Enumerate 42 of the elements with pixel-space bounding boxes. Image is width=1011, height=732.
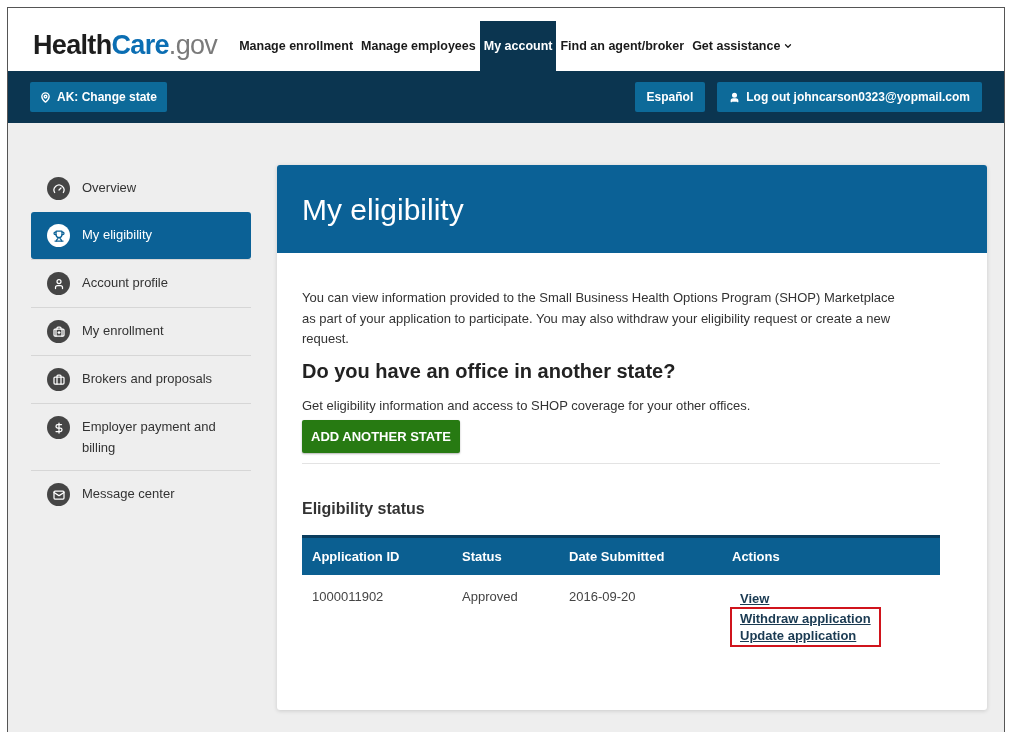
column-header: Actions (732, 547, 781, 566)
dollar-icon (47, 416, 70, 439)
intro-text: You can view information provided to the Small Business Health Options Program (SHOP) Marketplace as part of your application to participate. You may also withdraw your eligibility request or create a new request. (302, 289, 896, 348)
caret-icon (783, 41, 794, 51)
sidebar-item[interactable]: Message center (31, 470, 251, 518)
nav-link[interactable]: Get assistance (688, 21, 798, 71)
user-icon (47, 272, 70, 295)
language-button[interactable]: Español (634, 82, 706, 112)
page-title: My eligibility (302, 191, 464, 228)
trophy-icon (47, 224, 70, 247)
table-cell-text: 2016-09-20 (569, 588, 637, 606)
add-state-button[interactable]: ADD ANOTHER STATE (302, 420, 460, 453)
column-header: Date Submitted (569, 547, 666, 566)
logo[interactable]: HealthCare.gov (33, 32, 218, 59)
logout-button[interactable]: Log out johncarson0323@yopmail.com (717, 82, 982, 112)
section-heading: Do you have an office in another state? (302, 358, 677, 384)
map-pin-icon (40, 91, 51, 103)
nav-link[interactable]: Find an agent/broker (556, 21, 689, 71)
change-state-button[interactable]: AK: Change state (30, 82, 167, 112)
nav-link[interactable]: Manage employees (357, 21, 480, 71)
section-heading: Eligibility status (302, 499, 426, 519)
column-header: Application ID (312, 547, 401, 566)
sidebar-item[interactable]: My enrollment (31, 307, 251, 355)
sidebar-item[interactable]: Employer payment and billing (31, 403, 251, 470)
user-icon (729, 91, 741, 103)
sidebar-item[interactable]: My eligibility (31, 212, 251, 259)
sidebar-item[interactable]: Overview (31, 165, 251, 212)
action-link[interactable]: Withdraw application (740, 610, 871, 627)
action-link[interactable]: Update application (740, 627, 871, 644)
office-text: Get eligibility information and access to SHOP coverage for your other offices. (302, 396, 752, 415)
envelope-icon (47, 483, 70, 506)
nav-link[interactable]: My account (479, 21, 557, 71)
sidebar-item[interactable]: Account profile (31, 259, 251, 307)
nav-link[interactable]: Manage enrollment (235, 21, 358, 71)
action-link[interactable]: View (740, 590, 770, 607)
table-cell-text: Approved (462, 588, 519, 606)
table-cell-text: 1000011902 (312, 588, 385, 606)
column-header: Status (462, 547, 503, 566)
sidebar-item[interactable]: Brokers and proposals (31, 355, 251, 403)
medical-kit-icon (47, 320, 70, 343)
gauge-icon (47, 177, 70, 200)
briefcase-icon (47, 368, 70, 391)
